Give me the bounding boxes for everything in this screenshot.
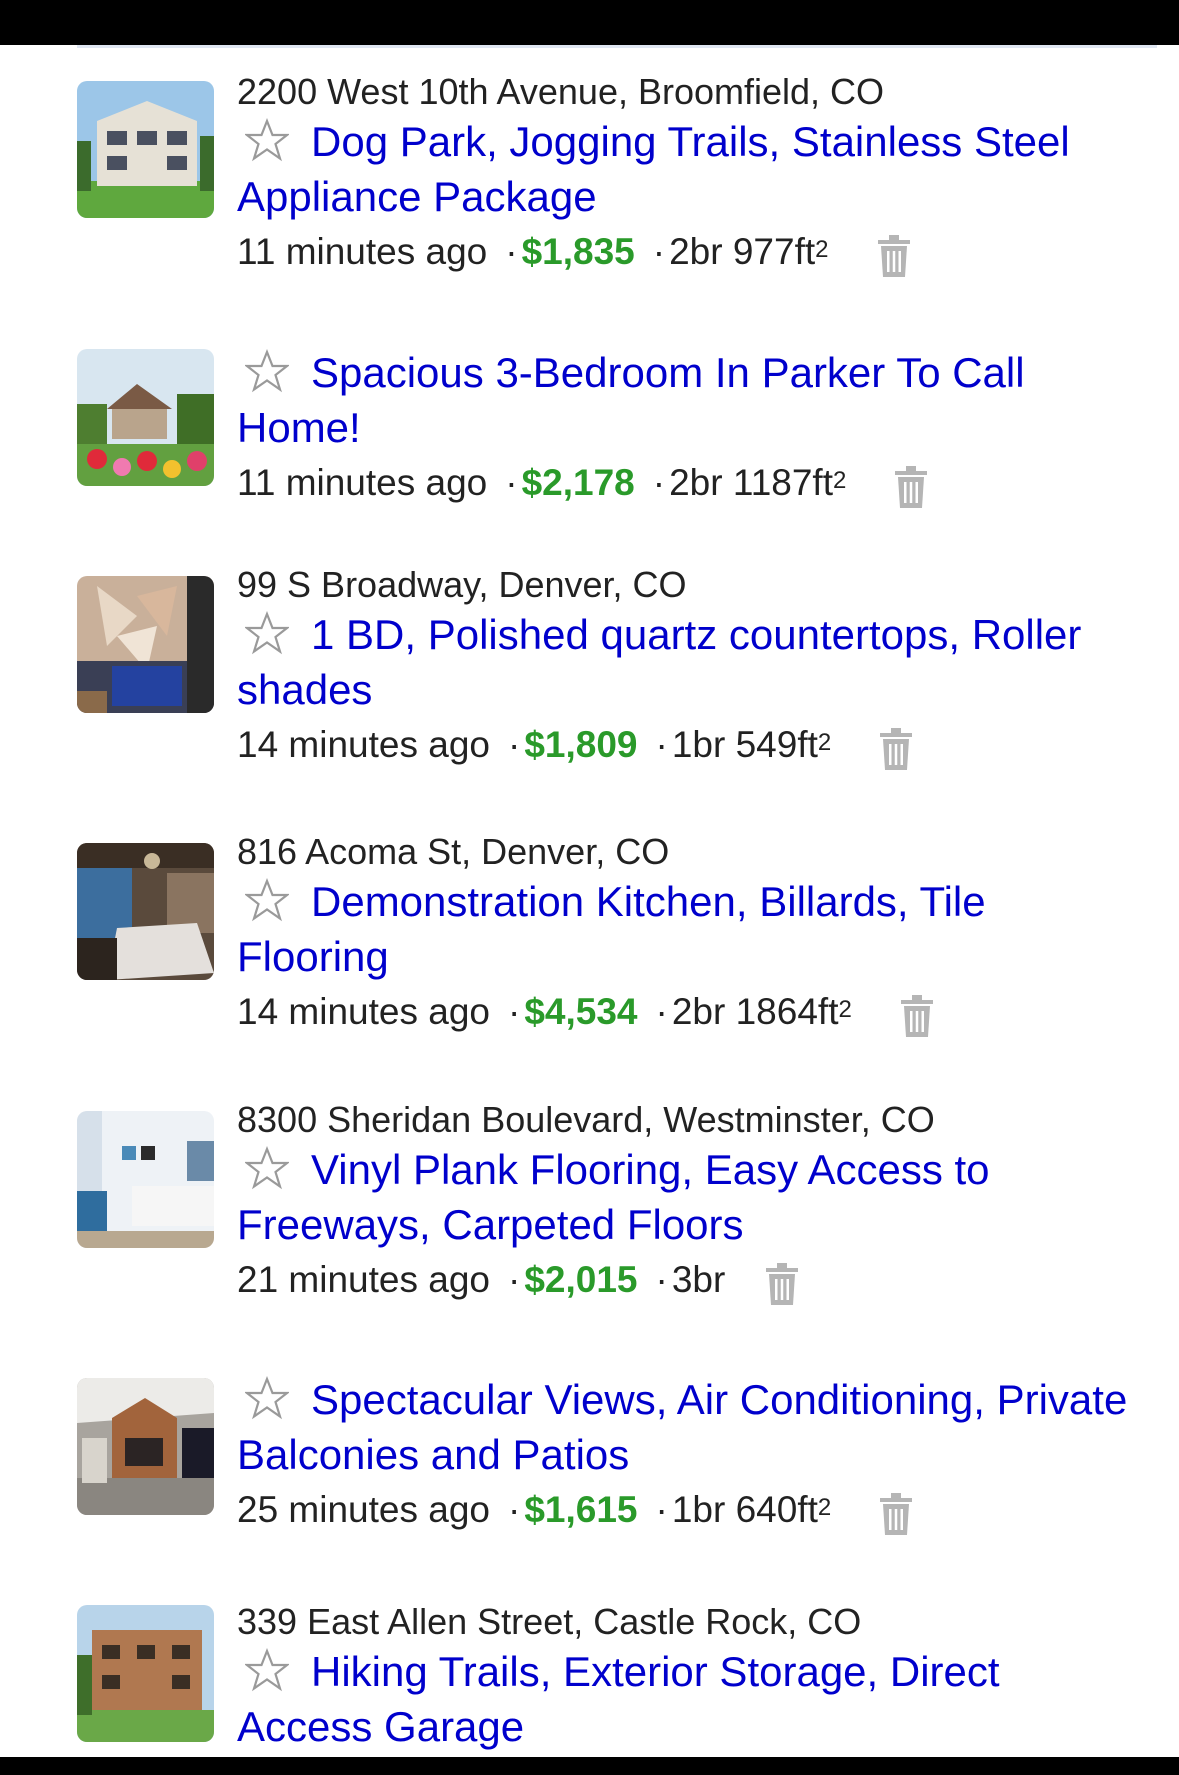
listing-meta: 14 minutes ago · $4,534 · 2br 1864ft2 <box>237 984 1137 1040</box>
star-icon[interactable] <box>245 1146 289 1190</box>
listing-meta: 11 minutes ago · $2,178 · 2br 1187ft2 <box>237 455 1137 511</box>
square-superscript: 2 <box>817 729 832 756</box>
separator: · <box>655 724 668 765</box>
separator: · <box>508 991 521 1032</box>
listing-title[interactable]: Dog Park, Jogging Trails, Stainless Stee… <box>237 118 1070 220</box>
separator: · <box>508 1489 521 1530</box>
separator: · <box>508 724 521 765</box>
listing-thumbnail[interactable] <box>77 349 214 486</box>
listing-time: 14 minutes ago <box>237 991 491 1032</box>
listing-price: $4,534 <box>524 991 638 1032</box>
trash-icon[interactable] <box>894 465 928 509</box>
listing-title[interactable]: Hiking Trails, Exterior Storage, Direct … <box>237 1648 1000 1750</box>
separator: · <box>652 462 666 503</box>
listing-beds: 1br <box>671 1489 726 1530</box>
listing-size: 1187ft <box>732 462 833 503</box>
separator: · <box>655 1489 668 1530</box>
listing-title[interactable]: Spectacular Views, Air Conditioning, Pri… <box>237 1376 1127 1478</box>
square-superscript: 2 <box>838 996 852 1023</box>
star-icon[interactable] <box>245 118 289 162</box>
square-superscript: 2 <box>817 1494 832 1521</box>
star-icon[interactable] <box>245 349 289 393</box>
listing-thumbnail[interactable] <box>77 843 214 980</box>
listing-address: 8300 Sheridan Boulevard, Westminster, CO <box>237 1099 935 1140</box>
listing-title-link[interactable]: Demonstration Kitchen, Billards, Tile Fl… <box>237 874 1137 984</box>
listing-beds: 2br <box>669 231 723 272</box>
status-bar <box>0 0 1179 45</box>
listing-title[interactable]: Vinyl Plank Flooring, Easy Access to Fre… <box>237 1146 990 1248</box>
listing-title-link[interactable]: Vinyl Plank Flooring, Easy Access to Fre… <box>237 1142 1137 1252</box>
listing-time: 11 minutes ago <box>237 462 488 503</box>
square-superscript: 2 <box>815 236 829 263</box>
listing-size: 640ft <box>735 1489 818 1530</box>
listing-address: 99 S Broadway, Denver, CO <box>237 564 687 605</box>
listing-time: 14 minutes ago <box>237 724 491 765</box>
separator: · <box>508 1259 521 1300</box>
separator: · <box>505 231 518 272</box>
listing-meta: 14 minutes ago · $1,809 · 1br 549ft2 <box>237 717 1137 773</box>
listing-title[interactable]: 1 BD, Polished quartz countertops, Rolle… <box>237 611 1081 713</box>
listing-title-link[interactable]: Spectacular Views, Air Conditioning, Pri… <box>237 1372 1137 1482</box>
listing-title-link[interactable]: Hiking Trails, Exterior Storage, Direct … <box>237 1644 1137 1754</box>
listing-thumbnail[interactable] <box>77 81 214 218</box>
star-icon[interactable] <box>245 1648 289 1692</box>
listing-price: $2,015 <box>524 1259 638 1300</box>
listing-meta: 21 minutes ago · $2,015 · 3br <box>237 1252 1137 1308</box>
listing-address: 816 Acoma St, Denver, CO <box>237 831 670 872</box>
star-icon[interactable] <box>245 611 289 655</box>
listing-size: 977ft <box>732 231 816 272</box>
listing-thumbnail[interactable] <box>77 1605 214 1742</box>
listing-time: 21 minutes ago <box>237 1259 491 1300</box>
listing-address: 339 East Allen Street, Castle Rock, CO <box>237 1601 862 1642</box>
divider <box>77 45 1157 48</box>
listing-time: 25 minutes ago <box>237 1489 491 1530</box>
listing-time: 11 minutes ago <box>237 231 488 272</box>
listing-beds: 1br <box>671 724 726 765</box>
square-superscript: 2 <box>832 467 847 494</box>
star-icon[interactable] <box>245 1376 289 1420</box>
trash-icon[interactable] <box>900 994 934 1038</box>
listing-address: 2200 West 10th Avenue, Broomfield, CO <box>237 71 885 112</box>
listing-thumbnail[interactable] <box>77 576 214 713</box>
bottom-bar <box>0 1757 1179 1775</box>
separator: · <box>505 462 518 503</box>
listing-thumbnail[interactable] <box>77 1111 214 1248</box>
listing-price: $1,615 <box>524 1489 638 1530</box>
listing-meta: 25 minutes ago · $1,615 · 1br 640ft2 <box>237 1482 1137 1538</box>
listing-beds: 2br <box>669 462 723 503</box>
listing-title-link[interactable]: 1 BD, Polished quartz countertops, Rolle… <box>237 607 1137 717</box>
separator: · <box>655 1259 668 1300</box>
listing-meta: 11 minutes ago · $1,835 · 2br 977ft2 <box>237 224 1137 280</box>
listing-title[interactable]: Spacious 3-Bedroom In Parker To Call Hom… <box>237 349 1025 451</box>
trash-icon[interactable] <box>879 1492 913 1536</box>
separator: · <box>652 231 666 272</box>
trash-icon[interactable] <box>765 1262 799 1306</box>
listing-size: 1864ft <box>735 991 839 1032</box>
listing-thumbnail[interactable] <box>77 1378 214 1515</box>
listing-title-link[interactable]: Spacious 3-Bedroom In Parker To Call Hom… <box>237 345 1137 455</box>
trash-icon[interactable] <box>879 727 913 771</box>
separator: · <box>655 991 668 1032</box>
listing-beds: 2br <box>671 991 726 1032</box>
listing-price: $1,809 <box>524 724 638 765</box>
listing-beds: 3br <box>671 1259 726 1300</box>
listing-title-link[interactable]: Dog Park, Jogging Trails, Stainless Stee… <box>237 114 1137 224</box>
listing-price: $1,835 <box>521 231 635 272</box>
listing-price: $2,178 <box>521 462 635 503</box>
listing-size: 549ft <box>735 724 818 765</box>
star-icon[interactable] <box>245 878 289 922</box>
trash-icon[interactable] <box>877 234 911 278</box>
listing-title[interactable]: Demonstration Kitchen, Billards, Tile Fl… <box>237 878 986 980</box>
